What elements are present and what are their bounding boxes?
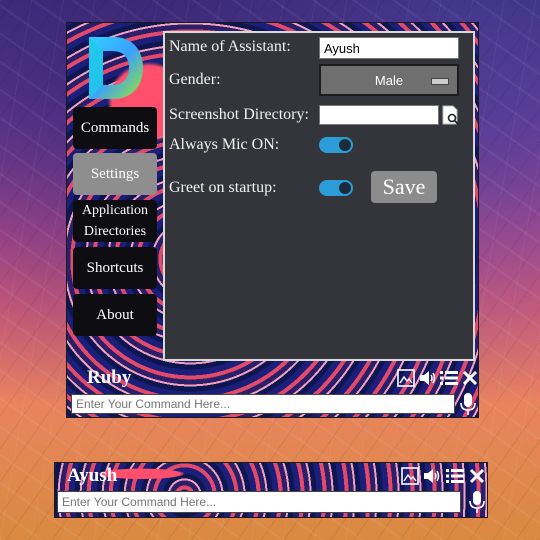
settings-panel: Name of Assistant: Gender: Male Screensh…: [163, 31, 475, 361]
assistant-name: Ruby: [87, 367, 132, 388]
microphone-icon[interactable]: [468, 490, 486, 514]
mini-assistant-name: Ayush: [67, 465, 118, 486]
command-input[interactable]: [71, 394, 455, 414]
toggle-knob: [339, 182, 351, 194]
close-icon[interactable]: [462, 370, 478, 386]
mini-window: Ayush: [54, 462, 488, 518]
greet-startup-toggle[interactable]: [319, 180, 353, 196]
gender-label: Gender:: [169, 71, 221, 88]
sidebar-item-about[interactable]: About: [73, 294, 157, 336]
file-search-icon[interactable]: [442, 105, 460, 127]
greet-label: Greet on startup:: [169, 179, 277, 196]
gender-select-value: Male: [374, 72, 404, 88]
speaker-icon[interactable]: [422, 467, 442, 485]
microphone-icon[interactable]: [459, 392, 477, 416]
gender-select[interactable]: Male: [319, 64, 459, 96]
name-label: Name of Assistant:: [169, 38, 291, 55]
list-icon[interactable]: [440, 370, 458, 386]
screenshot-directory-input[interactable]: [319, 105, 439, 125]
app-logo: [89, 37, 143, 99]
main-window: Commands Settings Application Directorie…: [66, 22, 479, 418]
mini-command-input[interactable]: [57, 491, 461, 513]
screenshot-directory-label: Screenshot Directory:: [169, 106, 309, 123]
toggle-knob: [339, 139, 351, 151]
image-icon[interactable]: [397, 369, 415, 387]
sidebar-item-shortcuts[interactable]: Shortcuts: [73, 247, 157, 289]
sidebar-item-application-directories[interactable]: Application Directories: [73, 200, 157, 242]
mic-label: Always Mic ON:: [169, 136, 280, 153]
assistant-name-input[interactable]: [319, 37, 459, 59]
image-icon[interactable]: [401, 467, 419, 485]
list-icon[interactable]: [446, 468, 464, 484]
always-mic-toggle[interactable]: [319, 137, 353, 153]
sidebar-item-commands[interactable]: Commands: [73, 107, 157, 149]
save-button[interactable]: Save: [371, 171, 437, 203]
dropdown-handle-icon: [431, 78, 449, 85]
sidebar-item-settings[interactable]: Settings: [73, 153, 157, 195]
close-icon[interactable]: [469, 468, 485, 484]
speaker-icon[interactable]: [418, 369, 438, 387]
